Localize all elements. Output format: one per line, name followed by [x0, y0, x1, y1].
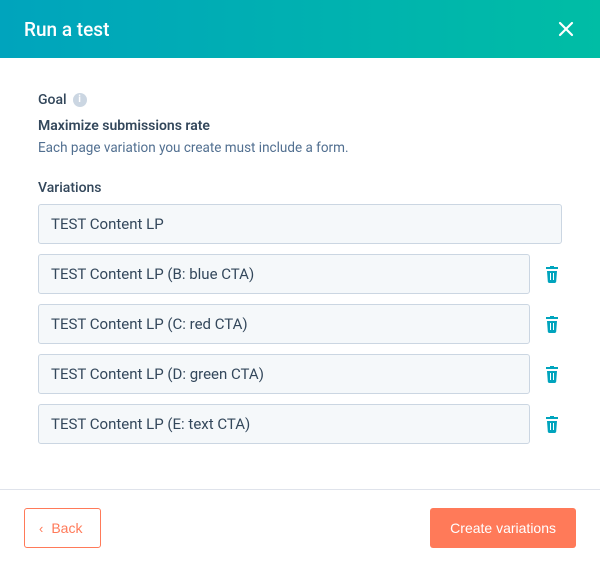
variation-name-input[interactable] [38, 304, 530, 344]
variation-row [38, 404, 562, 444]
chevron-left-icon: ‹ [39, 522, 43, 535]
trash-icon [544, 365, 560, 383]
delete-variation-button[interactable] [542, 264, 562, 284]
back-button-label: Back [51, 520, 82, 536]
modal-title: Run a test [24, 18, 109, 41]
modal-footer: ‹ Back Create variations [0, 489, 600, 566]
variation-row [38, 304, 562, 344]
modal-body: Goal i Maximize submissions rate Each pa… [0, 58, 600, 474]
variation-row [38, 354, 562, 394]
close-icon [557, 20, 575, 38]
back-button[interactable]: ‹ Back [24, 508, 101, 548]
variation-name-input[interactable] [38, 354, 530, 394]
variations-label: Variations [38, 180, 562, 196]
close-button[interactable] [552, 15, 580, 43]
create-variations-button[interactable]: Create variations [430, 508, 576, 548]
create-variations-label: Create variations [450, 520, 556, 536]
variations-list [38, 204, 562, 444]
variation-name-input[interactable] [38, 204, 562, 244]
trash-icon [544, 315, 560, 333]
trash-icon [544, 265, 560, 283]
variation-row [38, 204, 562, 244]
goal-value: Maximize submissions rate [38, 118, 562, 134]
goal-label-row: Goal i [38, 92, 562, 108]
goal-description: Each page variation you create must incl… [38, 140, 562, 156]
goal-label: Goal [38, 92, 67, 108]
info-icon[interactable]: i [73, 93, 87, 107]
delete-variation-button[interactable] [542, 364, 562, 384]
trash-icon [544, 415, 560, 433]
modal-header: Run a test [0, 0, 600, 58]
variation-row [38, 254, 562, 294]
delete-variation-button[interactable] [542, 414, 562, 434]
variation-name-input[interactable] [38, 404, 530, 444]
delete-variation-button[interactable] [542, 314, 562, 334]
variation-name-input[interactable] [38, 254, 530, 294]
